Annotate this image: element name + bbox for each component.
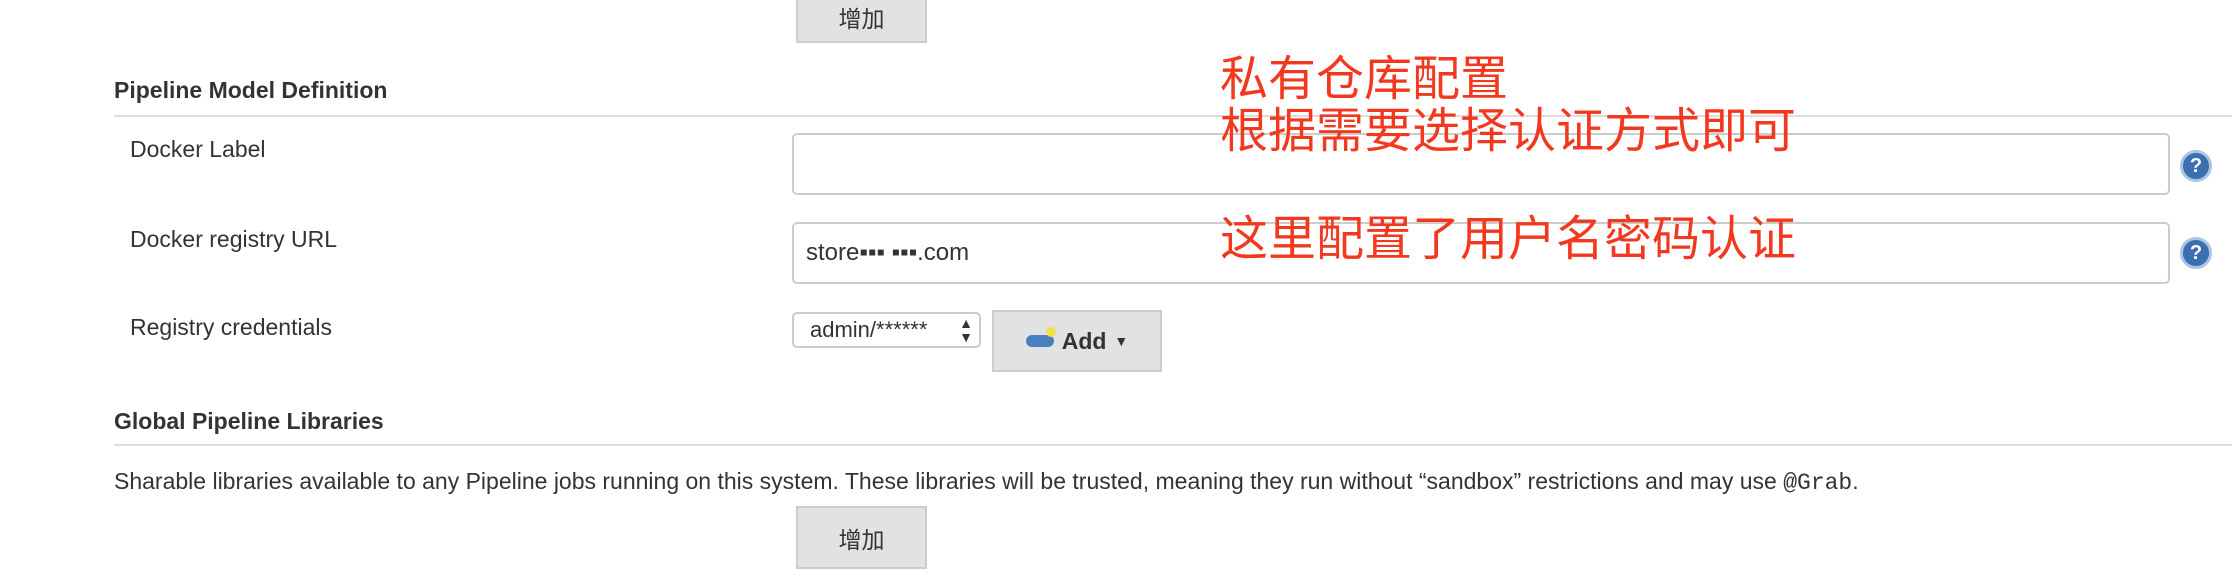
add-label: Add	[1061, 327, 1107, 354]
add-library-button[interactable]: 增加	[796, 506, 927, 569]
add-button-top[interactable]: 增加	[796, 0, 927, 43]
help-icon[interactable]: ?	[2180, 150, 2212, 182]
section-heading-pipeline-model: Pipeline Model Definition	[114, 77, 388, 103]
divider	[114, 444, 2232, 446]
help-icon[interactable]: ?	[2180, 237, 2212, 269]
docker-registry-url-label: Docker registry URL	[130, 226, 338, 252]
annotation-username-password: 这里配置了用户名密码认证	[1220, 213, 1797, 266]
docker-label-label: Docker Label	[130, 136, 266, 162]
global-libraries-description: Sharable libraries available to any Pipe…	[114, 468, 1859, 496]
registry-credentials-label: Registry credentials	[130, 314, 332, 340]
annotation-choose-auth: 根据需要选择认证方式即可	[1220, 105, 1797, 158]
caret-down-icon: ▼	[1114, 333, 1129, 349]
registry-credentials-select[interactable]: admin/****** ▲ ▼	[792, 312, 981, 348]
section-heading-global-libraries: Global Pipeline Libraries	[114, 408, 384, 434]
selected-credential: admin/******	[810, 317, 928, 342]
add-credentials-button[interactable]: Add ▼	[992, 310, 1162, 372]
divider	[114, 115, 2232, 117]
key-icon	[1025, 327, 1056, 347]
annotation-private-registry: 私有仓库配置	[1220, 53, 1509, 106]
select-arrows-icon: ▲ ▼	[959, 315, 973, 345]
